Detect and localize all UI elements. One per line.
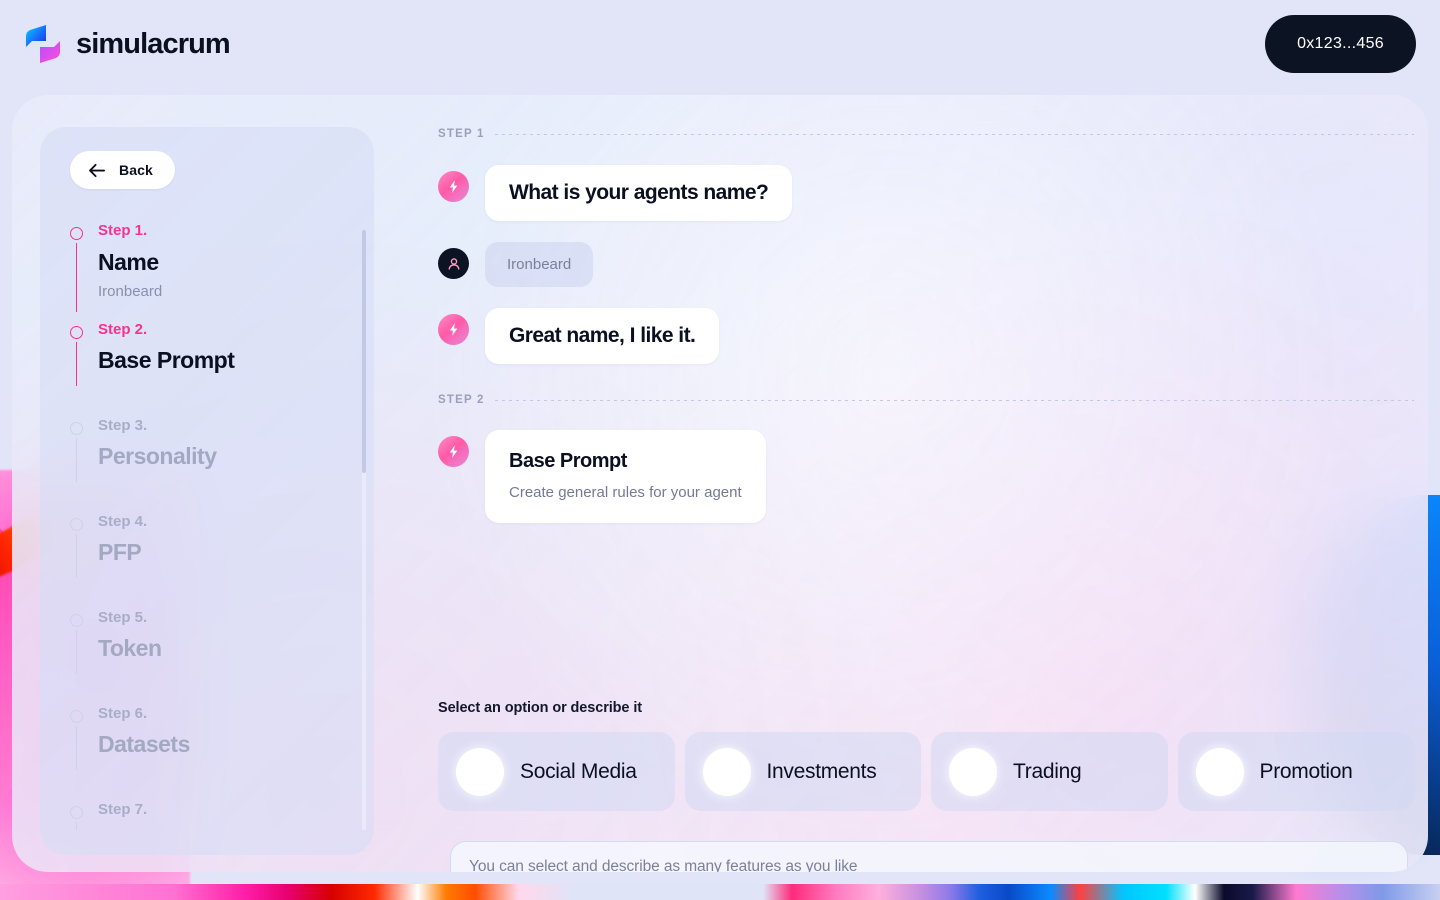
step-1-dot [70, 227, 83, 240]
step-5-connector [76, 629, 78, 674]
options-label: Select an option or describe it [438, 700, 642, 716]
option-investments-label: Investments [766, 759, 877, 783]
composer-placeholder: You can select and describe as many feat… [469, 858, 858, 872]
user-person-avatar-icon [438, 248, 469, 279]
step-3-dot [70, 421, 83, 435]
base-prompt-card-title: Base Prompt [509, 450, 627, 472]
step-1-divider-rule [494, 133, 1414, 135]
step-7-connector [76, 821, 78, 831]
wallet-address-button[interactable]: 0x123...456 [1265, 15, 1416, 73]
step-5-dot [70, 613, 83, 627]
option-bullet-icon [456, 747, 504, 796]
back-button[interactable]: Back [70, 151, 175, 189]
sidebar-scrollbar-thumb[interactable] [362, 230, 366, 473]
sidebar-step-6[interactable]: Step 6. Datasets [70, 704, 348, 770]
sidebar-step-4[interactable]: Step 4. PFP [70, 512, 348, 578]
option-promotion-label: Promotion [1259, 759, 1353, 783]
ai-message-bubble: Great name, I like it. [485, 308, 720, 364]
step-1-number: Step 1. [98, 222, 148, 239]
sidebar-step-2[interactable]: Step 2. Base Prompt [70, 320, 348, 386]
step-6-dot [70, 709, 83, 723]
simulacrum-bolt-logo-icon [24, 24, 62, 64]
option-promotion[interactable]: Promotion [1177, 732, 1414, 811]
ai-bolt-avatar-icon [438, 436, 469, 467]
steps-list: Step 1. Name Ironbeard Step 2. Base Prom… [70, 222, 348, 831]
option-bullet-icon [949, 747, 997, 796]
ai-bolt-avatar-icon [438, 314, 469, 345]
option-bullet-icon [702, 747, 751, 796]
main-card: Back Step 1. Name Ironbeard Step 2. Base… [12, 95, 1428, 872]
step-2-divider-label: STEP 2 [438, 394, 485, 406]
step-1-title: Name [98, 248, 159, 275]
step-2-divider: STEP 2 [438, 393, 1414, 407]
ai-message-bubble: What is your agents name? [485, 165, 793, 221]
steps-sidebar: Back Step 1. Name Ironbeard Step 2. Base… [40, 127, 374, 855]
step-6-number: Step 6. [98, 704, 148, 722]
sidebar-step-1[interactable]: Step 1. Name Ironbeard [70, 222, 348, 312]
step-2-dot [70, 325, 83, 339]
step-3-title: Personality [98, 443, 217, 470]
base-prompt-card: Base Prompt Create general rules for you… [485, 430, 766, 523]
message-ai-compliment: Great name, I like it. [438, 308, 1414, 364]
options-section: Select an option or describe it Social M… [438, 700, 1414, 811]
step-1-connector [76, 243, 78, 312]
message-ai-name-question: What is your agents name? [438, 165, 1414, 221]
sidebar-step-7[interactable]: Step 7. [70, 800, 348, 831]
step-4-number: Step 4. [98, 512, 148, 530]
ai-bolt-avatar-icon [438, 171, 469, 202]
bottom-iridescent-strip [0, 884, 1440, 900]
base-prompt-card-subtitle: Create general rules for your agent [509, 484, 742, 501]
step-2-divider-rule [494, 399, 1414, 401]
arrow-left-icon [88, 163, 107, 178]
step-6-connector [76, 725, 78, 770]
back-button-label: Back [119, 162, 153, 178]
app-root: simulacrum 0x123...456 Back Step 1. Name… [0, 0, 1440, 900]
brand: simulacrum [24, 24, 231, 64]
ai-message-text: Great name, I like it. [509, 324, 696, 347]
step-4-connector [76, 533, 78, 578]
step-7-number: Step 7. [98, 800, 148, 818]
step-1-value: Ironbeard [98, 282, 163, 300]
user-message-text: Ironbeard [507, 256, 572, 273]
step-1-divider: STEP 1 [438, 127, 1414, 141]
step-3-connector [76, 437, 78, 482]
step-1-divider-label: STEP 1 [438, 128, 485, 140]
user-message-bubble: Ironbeard [485, 242, 594, 287]
step-5-title: Token [98, 635, 162, 662]
step-3-number: Step 3. [98, 416, 148, 434]
step-6-title: Datasets [98, 731, 190, 758]
brand-name: simulacrum [76, 27, 231, 60]
step-5-number: Step 5. [98, 608, 148, 626]
step-4-dot [70, 517, 83, 531]
option-investments[interactable]: Investments [684, 732, 921, 811]
step-2-connector [76, 341, 78, 386]
steps-sidebar-content: Back Step 1. Name Ironbeard Step 2. Base… [40, 127, 374, 855]
option-bullet-icon [1195, 747, 1244, 796]
option-social-media[interactable]: Social Media [438, 732, 675, 811]
option-trading[interactable]: Trading [931, 732, 1168, 811]
option-social-media-label: Social Media [520, 759, 637, 783]
message-composer[interactable]: You can select and describe as many feat… [450, 841, 1408, 872]
option-trading-label: Trading [1013, 759, 1082, 783]
step-2-number: Step 2. [98, 320, 148, 338]
app-header: simulacrum 0x123...456 [0, 0, 1440, 88]
ai-message-text: What is your agents name? [509, 181, 769, 204]
message-user-name-answer: Ironbeard [438, 242, 1414, 287]
message-ai-base-prompt-card: Base Prompt Create general rules for you… [438, 430, 1414, 523]
step-4-title: PFP [98, 539, 142, 566]
step-7-dot [70, 805, 83, 819]
sidebar-step-3[interactable]: Step 3. Personality [70, 416, 348, 482]
options-row: Social Media Investments Trading Promoti… [438, 732, 1414, 811]
sidebar-step-5[interactable]: Step 5. Token [70, 608, 348, 674]
step-2-title: Base Prompt [98, 347, 235, 374]
